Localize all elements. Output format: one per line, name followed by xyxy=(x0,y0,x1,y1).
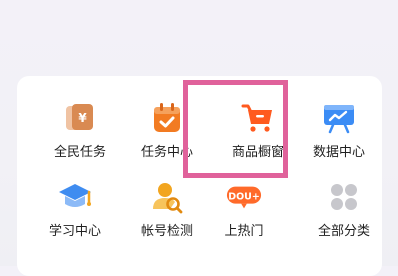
grid-item-label: 数据中心 xyxy=(312,145,365,160)
grid-item-data-center[interactable]: 数据中心 xyxy=(299,100,379,180)
grid-item-all-categories[interactable]: 全部分类 xyxy=(304,179,384,259)
grid-item-label: 任务中心 xyxy=(140,145,193,160)
grid-item-all-people-tasks[interactable]: ¥ 全民任务 xyxy=(40,100,120,180)
ticket-stack-icon: ¥ xyxy=(62,100,98,136)
grid-item-label: 全民任务 xyxy=(53,145,106,160)
grid-item-account-check[interactable]: 帐号检测 xyxy=(127,179,207,259)
shopping-cart-icon xyxy=(240,100,276,136)
graduation-cap-icon xyxy=(57,179,93,215)
user-search-icon xyxy=(149,179,185,215)
grid-item-hot-promotion[interactable]: DOU+ 上热门 xyxy=(204,179,284,259)
grid-item-label: 上热门 xyxy=(224,224,264,239)
grid-item-label: 学习中心 xyxy=(48,224,101,239)
calendar-check-icon xyxy=(149,100,185,136)
grid-item-task-center[interactable]: 任务中心 xyxy=(127,100,207,180)
svg-text:¥: ¥ xyxy=(78,111,87,125)
grid-item-label: 全部分类 xyxy=(317,224,370,239)
grid-item-label: 商品橱窗 xyxy=(231,145,284,160)
presentation-board-icon xyxy=(321,100,357,136)
dou-plus-icon: DOU+ xyxy=(226,179,262,215)
grid-item-learning-center[interactable]: 学习中心 xyxy=(35,179,115,259)
grid-item-label: 帐号检测 xyxy=(140,224,193,239)
grid-dots-icon xyxy=(326,179,362,215)
dou-plus-badge-text: DOU+ xyxy=(228,191,260,202)
grid-item-product-showcase[interactable]: 商品橱窗 xyxy=(218,100,298,180)
services-grid: ¥ 全民任务 任务中心 商品橱窗 数据中心 学习中心 帐号检测 DOU+ 上热门… xyxy=(17,76,382,266)
